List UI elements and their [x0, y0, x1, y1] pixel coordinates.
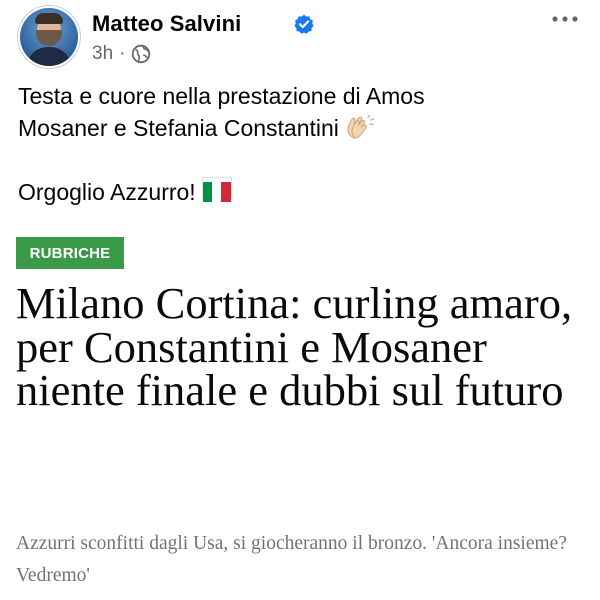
post-text-spacer — [18, 144, 584, 176]
avatar[interactable] — [18, 6, 80, 68]
article-subheadline: Azzurri sconfitti dagli Usa, si giochera… — [16, 533, 567, 586]
meta-separator: · — [119, 43, 126, 64]
post-text-line: Testa e cuore nella prestazione di Amos — [18, 83, 425, 109]
post-text-line-with-emoji: Mosaner e Stefania Constantini — [18, 112, 584, 144]
post-meta: 3h · — [92, 43, 151, 65]
post-text-line: Mosaner e Stefania Constantini — [18, 115, 339, 141]
post-text-line: Orgoglio Azzurro! — [18, 179, 196, 205]
post-header: Matteo Salvini 3h · — [18, 6, 586, 72]
post-text-line-with-flag: Orgoglio Azzurro! — [18, 176, 584, 208]
more-options-icon[interactable] — [550, 12, 580, 26]
post-text: Testa e cuore nella prestazione di Amos … — [18, 80, 584, 208]
italy-flag-icon — [201, 177, 232, 202]
article-headline[interactable]: Milano Cortina: curling amaro, per Const… — [16, 281, 590, 413]
author-name[interactable]: Matteo Salvini — [92, 11, 241, 37]
globe-icon — [132, 44, 151, 64]
clapping-hands-icon — [347, 115, 375, 139]
post-time[interactable]: 3h — [92, 43, 113, 65]
category-badge[interactable]: RUBRICHE — [16, 237, 124, 269]
verified-badge-icon — [294, 14, 314, 34]
